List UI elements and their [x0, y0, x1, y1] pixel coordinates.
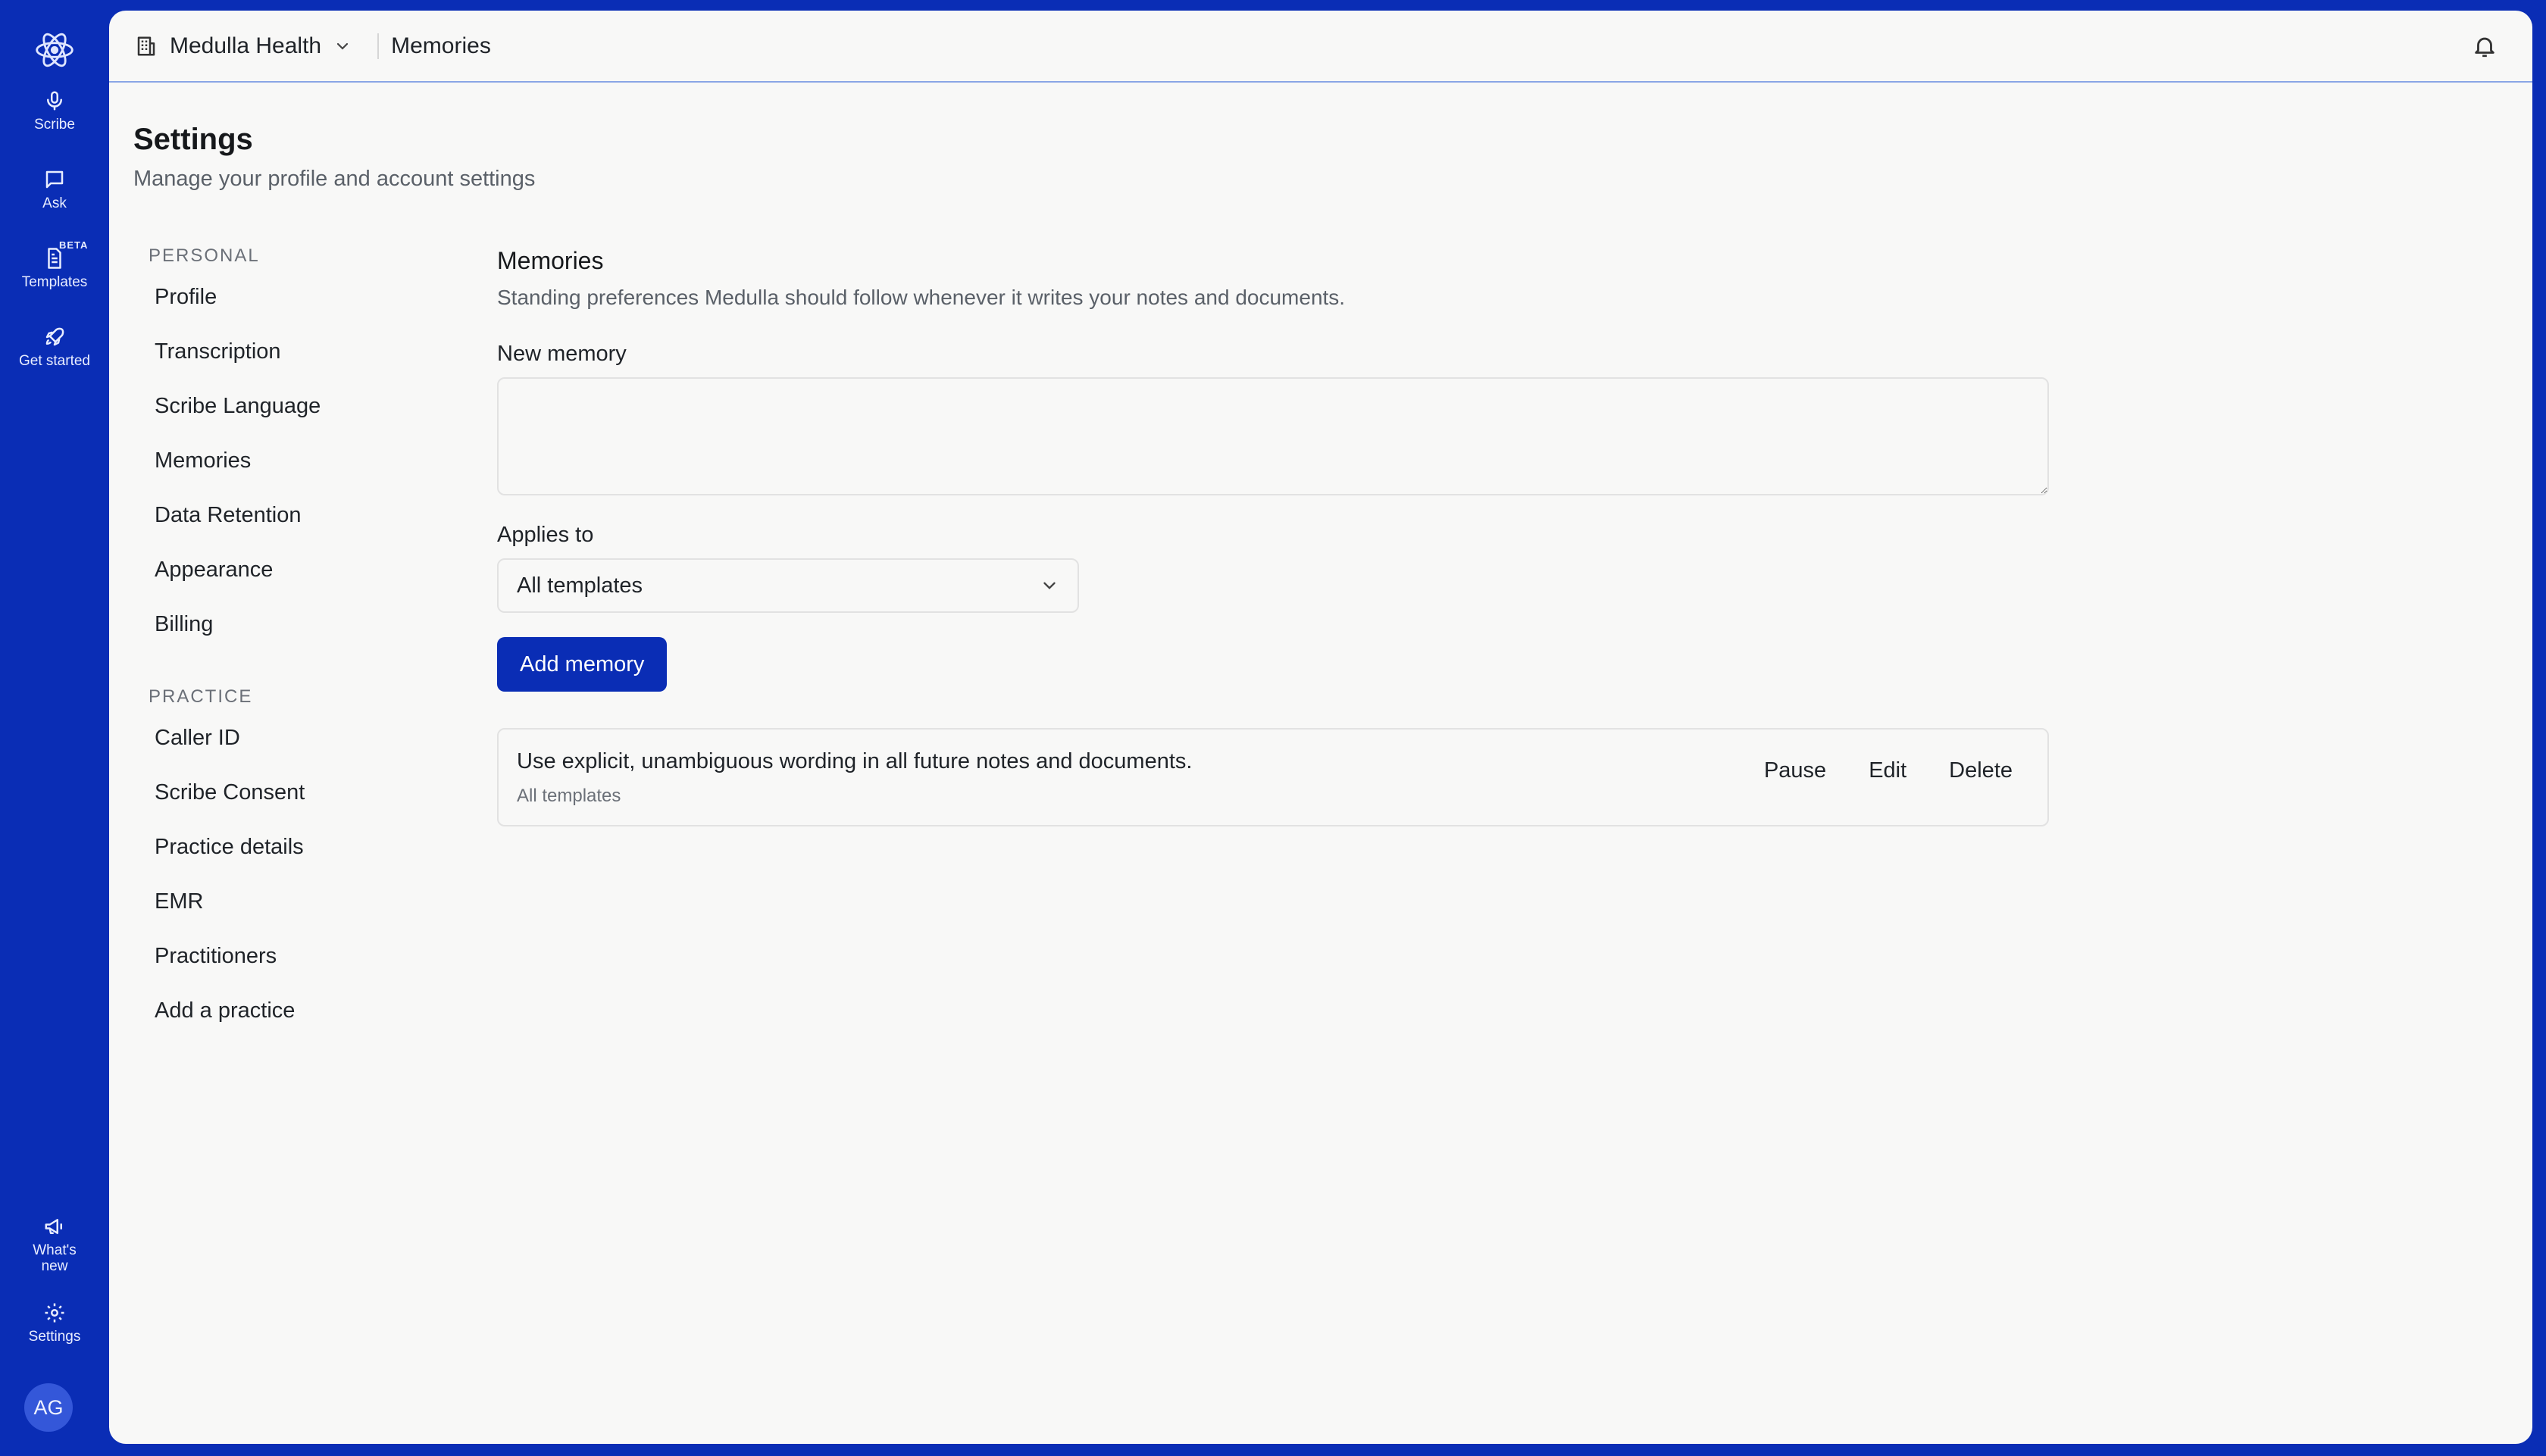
- memory-text: Use explicit, unambiguous wording in all…: [517, 749, 1193, 773]
- rail-item-label: What's new: [33, 1242, 77, 1274]
- applies-to-select[interactable]: All templates: [497, 558, 1079, 613]
- section-title: Memories: [497, 247, 604, 274]
- memory-scope: All templates: [517, 786, 621, 806]
- nav-group-practice: PRACTICE: [149, 686, 253, 707]
- rail-item-label: Scribe: [34, 117, 75, 133]
- microphone-icon: [47, 91, 62, 111]
- nav-group-personal: PERSONAL: [149, 245, 260, 266]
- nav-item-transcription[interactable]: Transcription: [145, 324, 464, 379]
- settings-nav: PERSONAL Profile Transcription Scribe La…: [145, 245, 464, 1038]
- nav-item-scribe-language[interactable]: Scribe Language: [145, 379, 464, 433]
- applies-to-label: Applies to: [497, 523, 594, 547]
- section-description: Standing preferences Medulla should foll…: [497, 286, 1346, 309]
- pause-button[interactable]: Pause: [1764, 758, 1826, 783]
- add-memory-button[interactable]: Add memory: [497, 637, 668, 692]
- nav-item-memories[interactable]: Memories: [145, 433, 464, 488]
- left-rail: Scribe Ask BETA Templates Get started Wh…: [0, 0, 109, 1456]
- breadcrumb-divider: [377, 33, 380, 59]
- chevron-down-icon: [337, 42, 349, 50]
- building-icon: [137, 36, 155, 55]
- nav-item-profile[interactable]: Profile: [145, 270, 464, 324]
- rail-item-label: Ask: [42, 195, 67, 211]
- rail-item-label: Templates: [21, 274, 88, 290]
- nav-item-data-retention[interactable]: Data Retention: [145, 488, 464, 542]
- atom-logo-icon[interactable]: [33, 29, 76, 71]
- org-switcher[interactable]: Medulla Health: [135, 33, 352, 59]
- edit-button[interactable]: Edit: [1869, 758, 1906, 783]
- memory-actions: Pause Edit Delete: [1764, 758, 2013, 783]
- rail-item-scribe[interactable]: Scribe: [0, 89, 109, 133]
- nav-item-scribe-consent[interactable]: Scribe Consent: [145, 765, 464, 820]
- chat-bubble-icon: [45, 170, 64, 189]
- memory-item: Use explicit, unambiguous wording in all…: [497, 728, 2049, 826]
- nav-item-add-practice[interactable]: Add a practice: [145, 983, 464, 1038]
- rail-item-get-started[interactable]: Get started: [0, 326, 109, 369]
- rail-item-label: Get started: [19, 353, 90, 369]
- new-memory-textarea[interactable]: [497, 377, 2049, 495]
- nav-item-appearance[interactable]: Appearance: [145, 542, 464, 597]
- rail-item-templates[interactable]: BETA Templates: [0, 239, 109, 290]
- bell-icon[interactable]: [2472, 33, 2498, 59]
- rail-item-settings[interactable]: Settings: [0, 1301, 109, 1345]
- beta-badge: BETA: [59, 239, 89, 251]
- main-panel: Medulla Health Memories Settings Manage …: [109, 11, 2532, 1444]
- applies-to-value: All templates: [517, 573, 643, 598]
- delete-button[interactable]: Delete: [1949, 758, 2013, 783]
- page-title: Settings: [133, 123, 253, 156]
- rail-item-ask[interactable]: Ask: [0, 168, 109, 211]
- avatar[interactable]: AG: [24, 1383, 73, 1432]
- page-subtitle: Manage your profile and account settings: [133, 167, 536, 191]
- nav-item-caller-id[interactable]: Caller ID: [145, 711, 464, 765]
- rail-item-label: Settings: [28, 1329, 81, 1345]
- nav-item-practice-details[interactable]: Practice details: [145, 820, 464, 874]
- breadcrumb: Memories: [391, 33, 491, 58]
- chevron-down-icon: [1043, 582, 1056, 589]
- top-bar: Medulla Health Memories: [109, 11, 2532, 83]
- rail-item-whats-new[interactable]: What's new: [0, 1215, 109, 1274]
- megaphone-icon: [45, 1219, 62, 1234]
- rocket-icon: [45, 327, 64, 346]
- new-memory-label: New memory: [497, 342, 627, 366]
- memories-section: Memories Standing preferences Medulla sh…: [497, 247, 2050, 826]
- gear-icon: [45, 1303, 64, 1323]
- nav-item-practitioners[interactable]: Practitioners: [145, 929, 464, 983]
- nav-item-billing[interactable]: Billing: [145, 597, 464, 651]
- nav-item-emr[interactable]: EMR: [145, 874, 464, 929]
- org-name: Medulla Health: [170, 33, 322, 58]
